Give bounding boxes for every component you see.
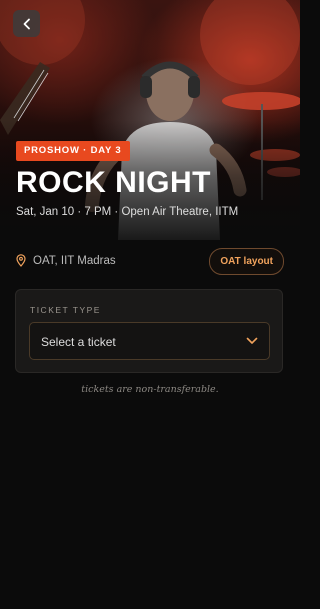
chevron-left-icon — [23, 18, 30, 29]
event-hero: PROSHOW · DAY 3 ROCK NIGHT Sat, Jan 10 ·… — [0, 0, 300, 240]
venue-layout-button[interactable]: OAT layout — [209, 248, 284, 275]
event-datetime-venue: Sat, Jan 10 · 7 PM · Open Air Theatre, I… — [16, 206, 239, 218]
venue-row: OAT, IIT Madras OAT layout — [16, 248, 284, 275]
event-title: ROCK NIGHT — [16, 166, 211, 199]
ticket-type-select[interactable]: Select a ticket — [29, 322, 270, 360]
map-pin-icon — [16, 254, 26, 267]
chevron-down-icon — [246, 337, 258, 344]
ticket-type-label: TICKET TYPE — [30, 305, 101, 315]
back-button[interactable] — [13, 10, 40, 37]
venue-name: OAT, IIT Madras — [33, 254, 116, 267]
ticket-type-card: TICKET TYPE Select a ticket — [15, 289, 283, 373]
non-transferable-note: tickets are non-transferable. — [81, 384, 219, 395]
venue-location: OAT, IIT Madras — [16, 254, 116, 267]
ticket-select-placeholder: Select a ticket — [41, 335, 116, 349]
event-day-badge: PROSHOW · DAY 3 — [16, 141, 130, 161]
